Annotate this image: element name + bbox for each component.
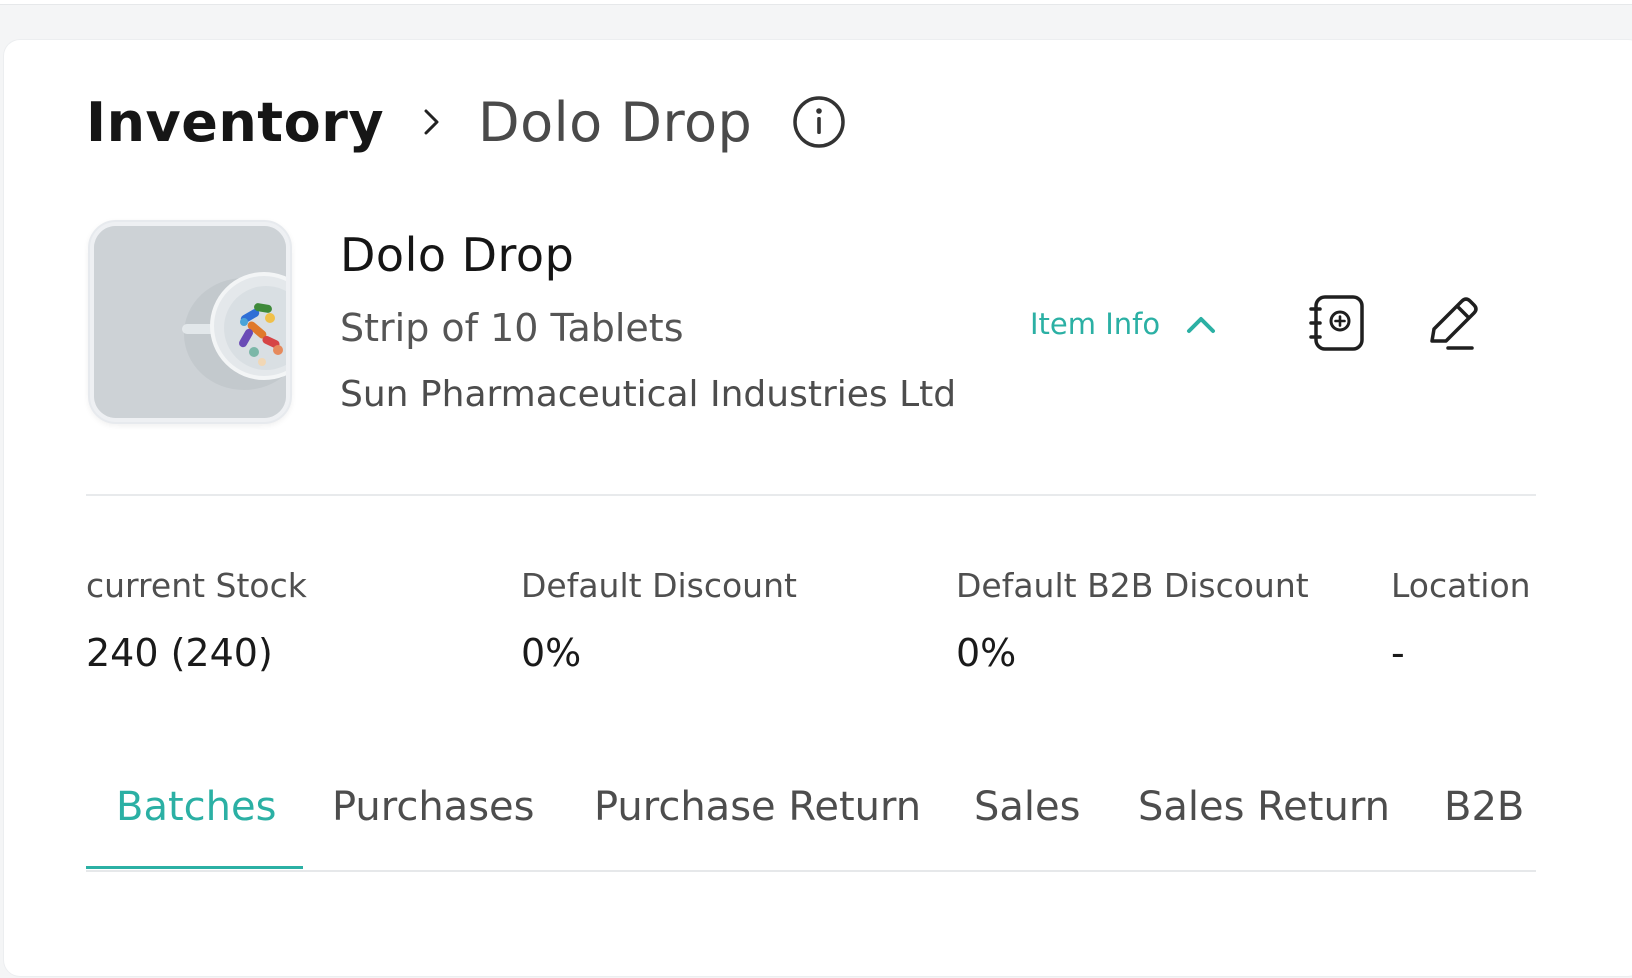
stat-default-discount: Default Discount 0% (521, 566, 797, 675)
top-strip (0, 0, 1632, 5)
active-tab-indicator (86, 866, 303, 869)
breadcrumb-root-link[interactable]: Inventory (86, 91, 384, 154)
stat-label: Default Discount (521, 566, 797, 605)
item-info-toggle[interactable]: Item Info (1030, 302, 1218, 346)
product-name: Dolo Drop (340, 228, 575, 282)
tab-bar: Batches Purchases Purchase Return Sales … (86, 770, 1536, 872)
stat-default-b2b-discount: Default B2B Discount 0% (956, 566, 1309, 675)
stat-value: 0% (521, 631, 582, 675)
chevron-up-icon (1184, 307, 1218, 341)
stat-value: 240 (240) (86, 631, 273, 675)
chevron-right-icon (412, 102, 452, 142)
tab-batches[interactable]: Batches (116, 784, 276, 830)
breadcrumb-current: Dolo Drop (478, 90, 753, 154)
product-image (88, 220, 292, 424)
tab-b2b[interactable]: B2B (1444, 784, 1524, 830)
stat-label: current Stock (86, 566, 307, 605)
tab-purchase-return[interactable]: Purchase Return (594, 784, 921, 830)
stat-label: Default B2B Discount (956, 566, 1309, 605)
tab-sales-return[interactable]: Sales Return (1138, 784, 1390, 830)
stat-current-stock: current Stock 240 (240) (86, 566, 307, 675)
product-photo (94, 226, 286, 418)
info-circle-icon[interactable] (792, 95, 846, 149)
stat-value: - (1391, 631, 1405, 675)
section-divider (86, 494, 1536, 496)
breadcrumb: Inventory Dolo Drop (86, 86, 846, 158)
stat-label: Location (1391, 566, 1531, 605)
item-info-label: Item Info (1030, 307, 1161, 341)
pencil-icon[interactable] (1422, 293, 1482, 353)
product-manufacturer: Sun Pharmaceutical Industries Ltd (340, 374, 957, 415)
product-pack-size: Strip of 10 Tablets (340, 306, 684, 350)
tab-sales[interactable]: Sales (974, 784, 1080, 830)
stat-location: Location - (1391, 566, 1531, 675)
tab-purchases[interactable]: Purchases (332, 784, 534, 830)
stat-value: 0% (956, 631, 1017, 675)
notebook-add-icon[interactable] (1308, 293, 1368, 353)
